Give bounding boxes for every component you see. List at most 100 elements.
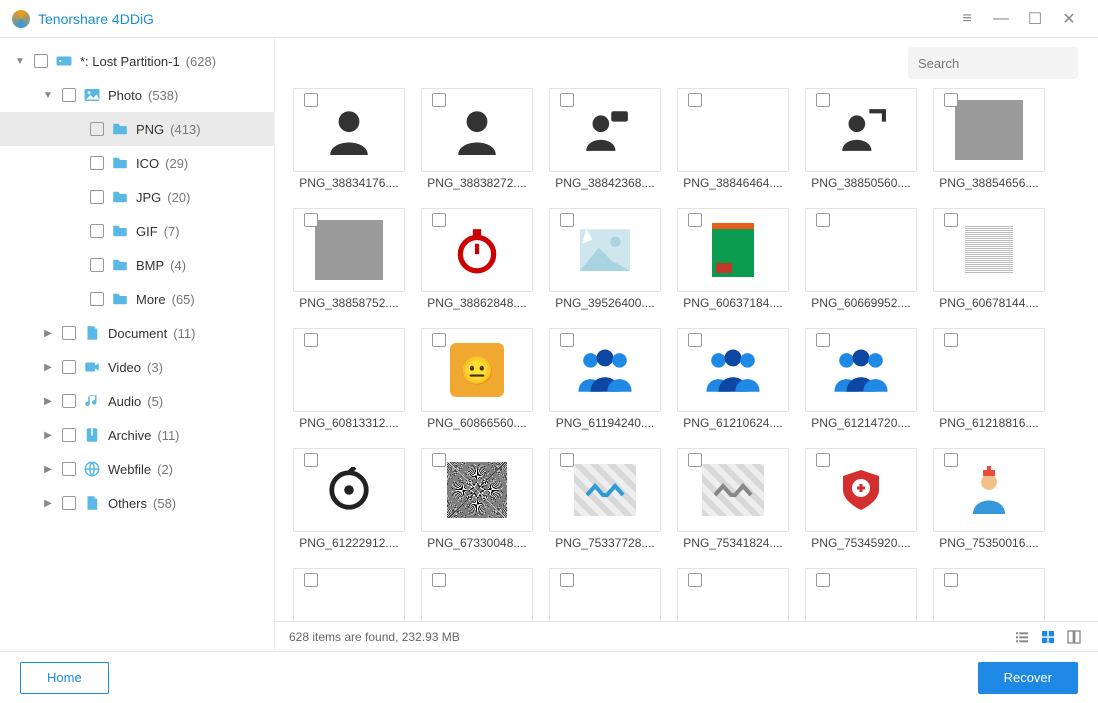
tree-row-audio[interactable]: ▶Audio(5) [0, 384, 274, 418]
file-card[interactable]: PNG_38858752.... [293, 208, 405, 310]
file-checkbox[interactable] [944, 453, 958, 467]
file-thumb[interactable] [549, 88, 661, 172]
tree-row-png[interactable]: PNG(413) [0, 112, 274, 146]
tree-checkbox[interactable] [90, 190, 104, 204]
tree-checkbox[interactable] [90, 292, 104, 306]
file-checkbox[interactable] [304, 573, 318, 587]
file-card[interactable]: 😐PNG_60866560.... [421, 328, 533, 430]
tree-checkbox[interactable] [90, 224, 104, 238]
file-thumb[interactable] [677, 208, 789, 292]
file-thumb[interactable] [677, 328, 789, 412]
file-thumb[interactable] [421, 448, 533, 532]
file-checkbox[interactable] [432, 213, 446, 227]
file-thumb[interactable] [933, 568, 1045, 621]
file-card[interactable]: PNG_38834176.... [293, 88, 405, 190]
file-card[interactable]: PNG_39526400.... [549, 208, 661, 310]
file-card[interactable]: PNG_60637184.... [677, 208, 789, 310]
file-thumb[interactable] [933, 328, 1045, 412]
file-thumb[interactable] [677, 88, 789, 172]
file-card[interactable]: PNG_61218816.... [933, 328, 1045, 430]
tree-row-webfile[interactable]: ▶Webfile(2) [0, 452, 274, 486]
file-thumb[interactable] [293, 88, 405, 172]
file-checkbox[interactable] [432, 573, 446, 587]
file-checkbox[interactable] [816, 213, 830, 227]
file-thumb[interactable] [933, 88, 1045, 172]
file-card[interactable]: PNG_60678144.... [933, 208, 1045, 310]
file-checkbox[interactable] [304, 453, 318, 467]
file-checkbox[interactable] [944, 93, 958, 107]
file-checkbox[interactable] [304, 333, 318, 347]
file-thumb[interactable] [549, 328, 661, 412]
file-card[interactable] [677, 568, 789, 621]
tree-checkbox[interactable] [62, 88, 76, 102]
file-card[interactable] [549, 568, 661, 621]
file-thumb[interactable] [933, 208, 1045, 292]
home-button[interactable]: Home [20, 662, 109, 694]
file-checkbox[interactable] [816, 333, 830, 347]
file-thumb[interactable] [293, 328, 405, 412]
tree-row-ico[interactable]: ICO(29) [0, 146, 274, 180]
file-checkbox[interactable] [944, 213, 958, 227]
file-checkbox[interactable] [688, 213, 702, 227]
file-checkbox[interactable] [816, 573, 830, 587]
file-card[interactable]: PNG_61214720.... [805, 328, 917, 430]
tree-checkbox[interactable] [62, 462, 76, 476]
tree-checkbox[interactable] [34, 54, 48, 68]
file-thumb[interactable] [549, 448, 661, 532]
caret-icon[interactable]: ▶ [40, 362, 56, 373]
file-card[interactable]: PNG_75337728.... [549, 448, 661, 550]
file-thumb[interactable] [549, 208, 661, 292]
file-checkbox[interactable] [304, 93, 318, 107]
file-card[interactable]: PNG_75350016.... [933, 448, 1045, 550]
search-box[interactable] [908, 47, 1078, 79]
tree-row-bmp[interactable]: BMP(4) [0, 248, 274, 282]
file-thumb[interactable] [293, 568, 405, 621]
tree-row-jpg[interactable]: JPG(20) [0, 180, 274, 214]
file-checkbox[interactable] [560, 333, 574, 347]
file-checkbox[interactable] [816, 93, 830, 107]
file-card[interactable]: PNG_38854656.... [933, 88, 1045, 190]
caret-icon[interactable]: ▶ [40, 328, 56, 339]
tree-checkbox[interactable] [62, 394, 76, 408]
file-card[interactable]: PNG_38838272.... [421, 88, 533, 190]
file-thumb[interactable] [293, 448, 405, 532]
tree-checkbox[interactable] [62, 496, 76, 510]
view-detail-button[interactable] [1064, 627, 1084, 647]
maximize-button[interactable]: ☐ [1018, 4, 1052, 34]
file-thumb[interactable] [421, 88, 533, 172]
file-checkbox[interactable] [688, 453, 702, 467]
caret-icon[interactable]: ▶ [40, 430, 56, 441]
file-card[interactable]: PNG_60813312.... [293, 328, 405, 430]
view-grid-button[interactable] [1038, 627, 1058, 647]
file-card[interactable]: PNG_61222912.... [293, 448, 405, 550]
file-card[interactable] [293, 568, 405, 621]
file-card[interactable]: PNG_75341824.... [677, 448, 789, 550]
file-thumb[interactable] [805, 328, 917, 412]
file-checkbox[interactable] [944, 333, 958, 347]
tree-checkbox[interactable] [90, 122, 104, 136]
file-checkbox[interactable] [944, 573, 958, 587]
file-thumb[interactable] [293, 208, 405, 292]
file-checkbox[interactable] [432, 93, 446, 107]
file-checkbox[interactable] [432, 453, 446, 467]
tree-row-video[interactable]: ▶Video(3) [0, 350, 274, 384]
close-button[interactable]: ✕ [1052, 4, 1086, 34]
file-card[interactable]: PNG_60669952.... [805, 208, 917, 310]
file-thumb[interactable] [421, 568, 533, 621]
file-checkbox[interactable] [560, 213, 574, 227]
file-card[interactable]: PNG_38846464.... [677, 88, 789, 190]
file-card[interactable]: PNG_61194240.... [549, 328, 661, 430]
file-checkbox[interactable] [816, 453, 830, 467]
file-card[interactable]: PNG_38842368.... [549, 88, 661, 190]
caret-icon[interactable]: ▶ [40, 396, 56, 407]
file-thumb[interactable] [677, 448, 789, 532]
file-thumb[interactable] [933, 448, 1045, 532]
file-card[interactable]: PNG_38862848.... [421, 208, 533, 310]
search-input[interactable] [918, 56, 1094, 71]
tree-row-document[interactable]: ▶Document(11) [0, 316, 274, 350]
file-thumb[interactable] [549, 568, 661, 621]
tree-checkbox[interactable] [90, 258, 104, 272]
tree-checkbox[interactable] [62, 428, 76, 442]
tree-row-photo[interactable]: ▼Photo(538) [0, 78, 274, 112]
tree-checkbox[interactable] [62, 360, 76, 374]
